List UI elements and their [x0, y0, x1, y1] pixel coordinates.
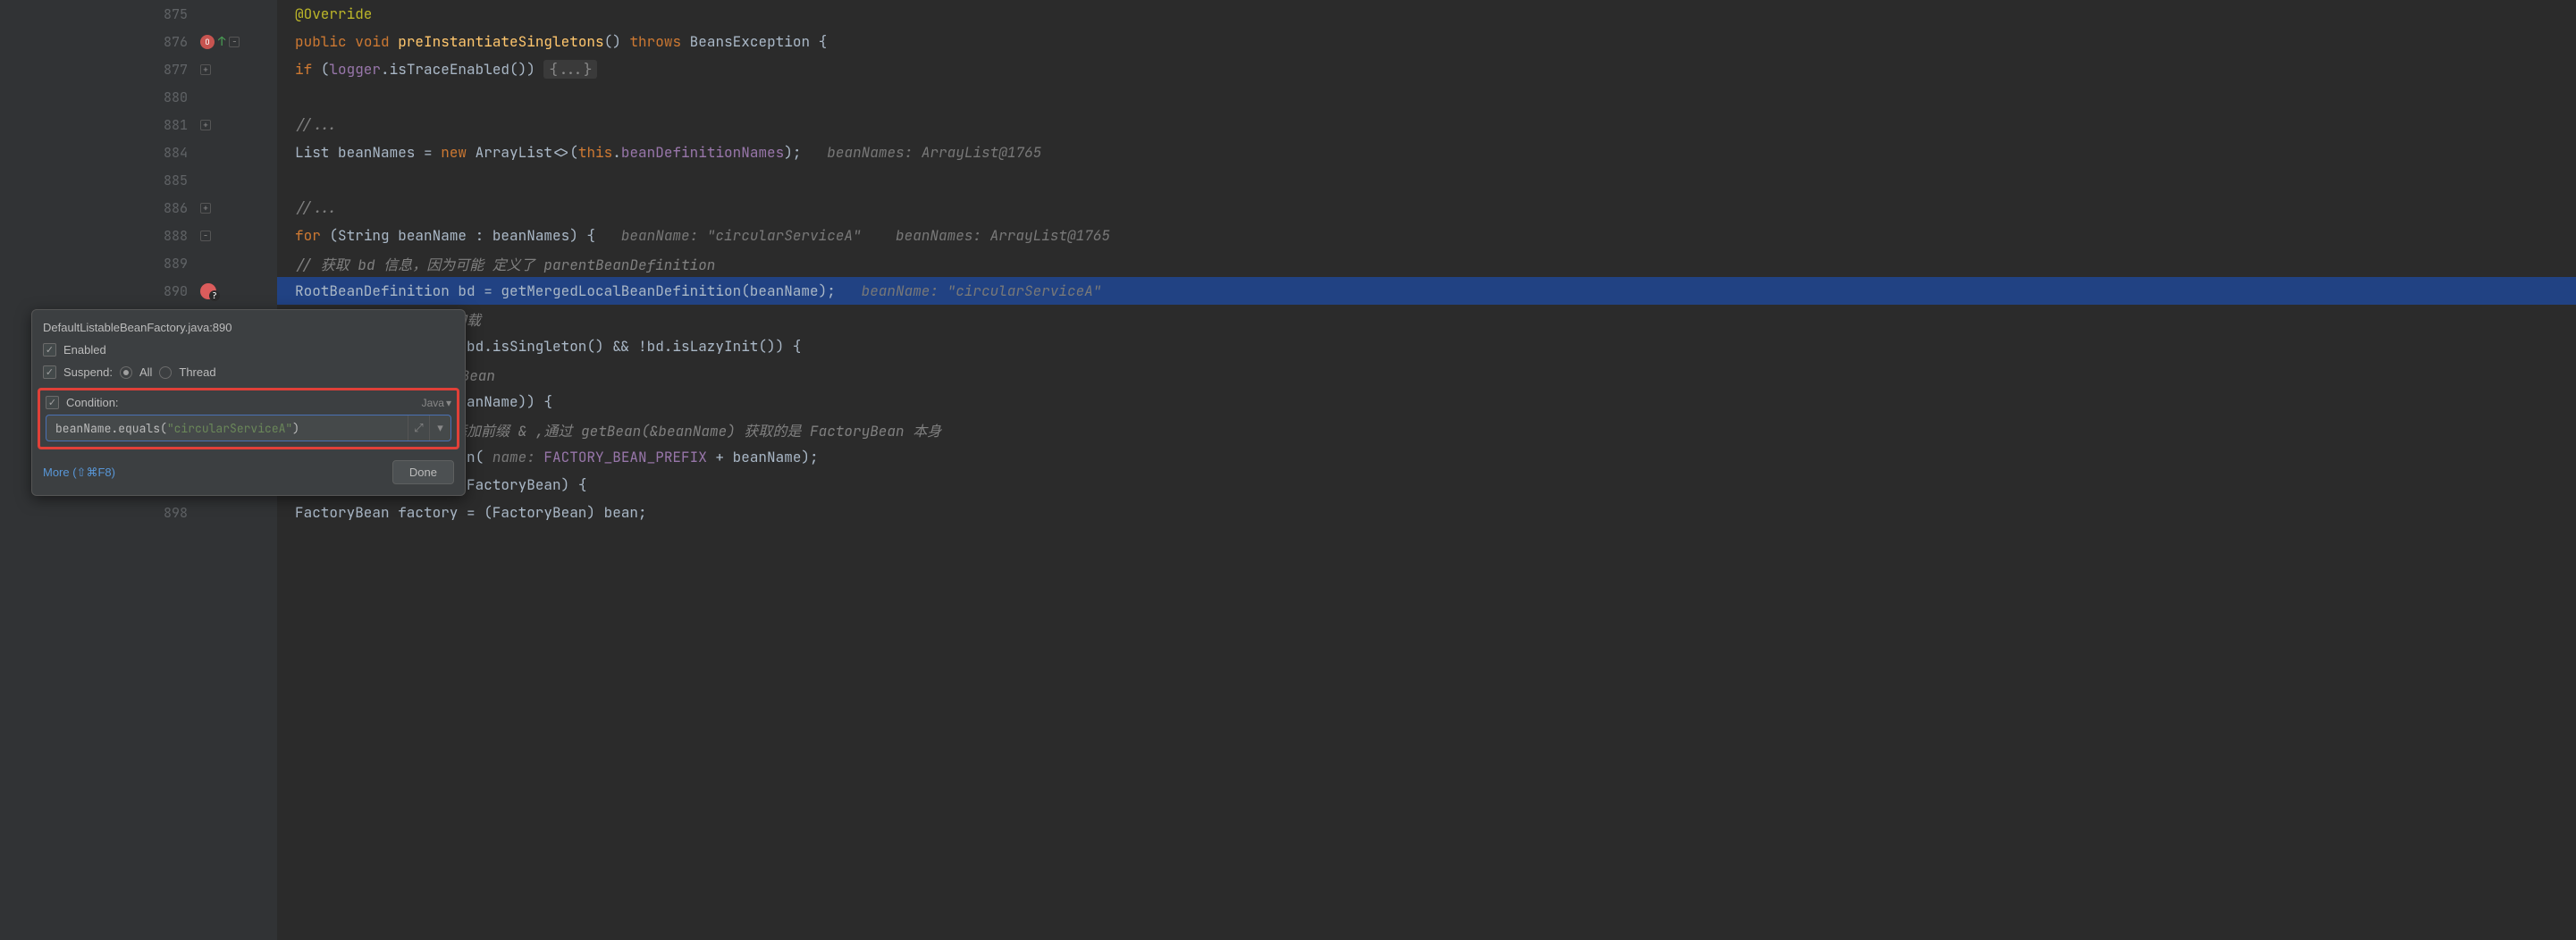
- code-line[interactable]: List beanNames = new ArrayList<>(this.be…: [277, 138, 2576, 166]
- code-line[interactable]: FactoryBean factory = (FactoryBean) bean…: [277, 499, 2576, 526]
- fold-icon[interactable]: +: [200, 203, 211, 214]
- code-line[interactable]: //...: [277, 194, 2576, 222]
- conditional-breakpoint-icon[interactable]: [200, 283, 216, 299]
- chevron-down-icon: ▾: [446, 397, 451, 409]
- gutter-row: 885: [0, 166, 277, 194]
- suspend-thread-label: Thread: [179, 365, 215, 379]
- gutter-row: 876O↑−: [0, 28, 277, 55]
- enabled-checkbox[interactable]: [43, 343, 56, 357]
- line-number: 885: [0, 172, 197, 189]
- implements-up-icon[interactable]: ↑: [218, 34, 225, 50]
- fold-icon[interactable]: +: [200, 64, 211, 75]
- code-line[interactable]: RootBeanDefinition bd = getMergedLocalBe…: [277, 277, 2576, 305]
- gutter-row: 875: [0, 0, 277, 28]
- code-line[interactable]: if (bean instanceof FactoryBean) {: [277, 471, 2576, 499]
- popup-footer: More (⇧⌘F8) Done: [43, 460, 454, 484]
- line-number: 877: [0, 61, 197, 79]
- gutter-row: 877+: [0, 55, 277, 83]
- suspend-label: Suspend:: [63, 365, 113, 379]
- fold-icon[interactable]: −: [229, 37, 240, 47]
- condition-checkbox[interactable]: [46, 396, 59, 409]
- fold-icon[interactable]: −: [200, 231, 211, 241]
- gutter-row: 890: [0, 277, 277, 305]
- enabled-label: Enabled: [63, 343, 106, 357]
- line-number: 881: [0, 116, 197, 134]
- code-line[interactable]: // 获取 bd 信息，因为可能 定义了 parentBeanDefinitio…: [277, 249, 2576, 277]
- line-number: 889: [0, 255, 197, 273]
- line-number: 876: [0, 33, 197, 51]
- fold-icon[interactable]: +: [200, 120, 211, 130]
- suspend-checkbox[interactable]: [43, 365, 56, 379]
- code-line[interactable]: [277, 166, 2576, 194]
- code-line[interactable]: public void preInstantiateSingletons() t…: [277, 28, 2576, 55]
- line-number: 888: [0, 227, 197, 245]
- suspend-all-label: All: [139, 365, 152, 379]
- gutter-row: 889: [0, 249, 277, 277]
- enabled-row: Enabled: [43, 343, 454, 357]
- code-line[interactable]: // FactoryBean 需要添加前缀 & ,通过 getBean(&bea…: [277, 415, 2576, 443]
- condition-section-highlight: Condition: Java▾ beanName.equals("circul…: [38, 388, 459, 449]
- language-selector[interactable]: Java▾: [422, 397, 451, 409]
- gutter-row: 886+: [0, 194, 277, 222]
- gutter-row: 881+: [0, 111, 277, 138]
- line-number: 890: [0, 282, 197, 300]
- breakpoint-popup: DefaultListableBeanFactory.java:890 Enab…: [31, 309, 466, 496]
- line-number: 898: [0, 504, 197, 522]
- gutter-row: 898: [0, 499, 277, 526]
- code-line[interactable]: //...: [277, 111, 2576, 138]
- history-dropdown-icon[interactable]: ▾: [429, 415, 450, 441]
- condition-row: Condition: Java▾: [46, 396, 451, 409]
- condition-label: Condition:: [66, 396, 119, 409]
- code-line[interactable]: // 判断是否为 FactoryBean: [277, 360, 2576, 388]
- gutter-row: 888−: [0, 222, 277, 249]
- code-line[interactable]: !bd.isAbstract() && bd.isSingleton() && …: [277, 332, 2576, 360]
- line-number: 880: [0, 88, 197, 106]
- suspend-row: Suspend: All Thread: [43, 365, 454, 379]
- expand-icon[interactable]: ⤢: [408, 415, 429, 441]
- override-icon[interactable]: O: [200, 35, 215, 49]
- code-line[interactable]: if (isFactoryBean(beanName)) {: [277, 388, 2576, 415]
- code-line[interactable]: for (String beanName : beanNames) { bean…: [277, 222, 2576, 249]
- code-line[interactable]: @Override: [277, 0, 2576, 28]
- done-button[interactable]: Done: [392, 460, 454, 484]
- popup-title: DefaultListableBeanFactory.java:890: [43, 321, 454, 334]
- line-number: 886: [0, 199, 197, 217]
- line-number: 875: [0, 5, 197, 23]
- suspend-all-radio[interactable]: [120, 366, 132, 379]
- gutter-row: 880: [0, 83, 277, 111]
- code-area[interactable]: @Override public void preInstantiateSing…: [277, 0, 2576, 940]
- condition-input[interactable]: beanName.equals("circularServiceA") ⤢ ▾: [46, 415, 451, 441]
- line-number: 884: [0, 144, 197, 162]
- condition-text[interactable]: beanName.equals("circularServiceA"): [46, 421, 408, 436]
- code-line[interactable]: [277, 83, 2576, 111]
- code-line[interactable]: Object bean = getBean( name: FACTORY_BEA…: [277, 443, 2576, 471]
- more-link[interactable]: More (⇧⌘F8): [43, 466, 115, 480]
- code-line[interactable]: 非抽象，单例，且不是懒加载: [277, 305, 2576, 332]
- code-line[interactable]: if (logger.isTraceEnabled()) {...}: [277, 55, 2576, 83]
- gutter-row: 884: [0, 138, 277, 166]
- suspend-thread-radio[interactable]: [159, 366, 172, 379]
